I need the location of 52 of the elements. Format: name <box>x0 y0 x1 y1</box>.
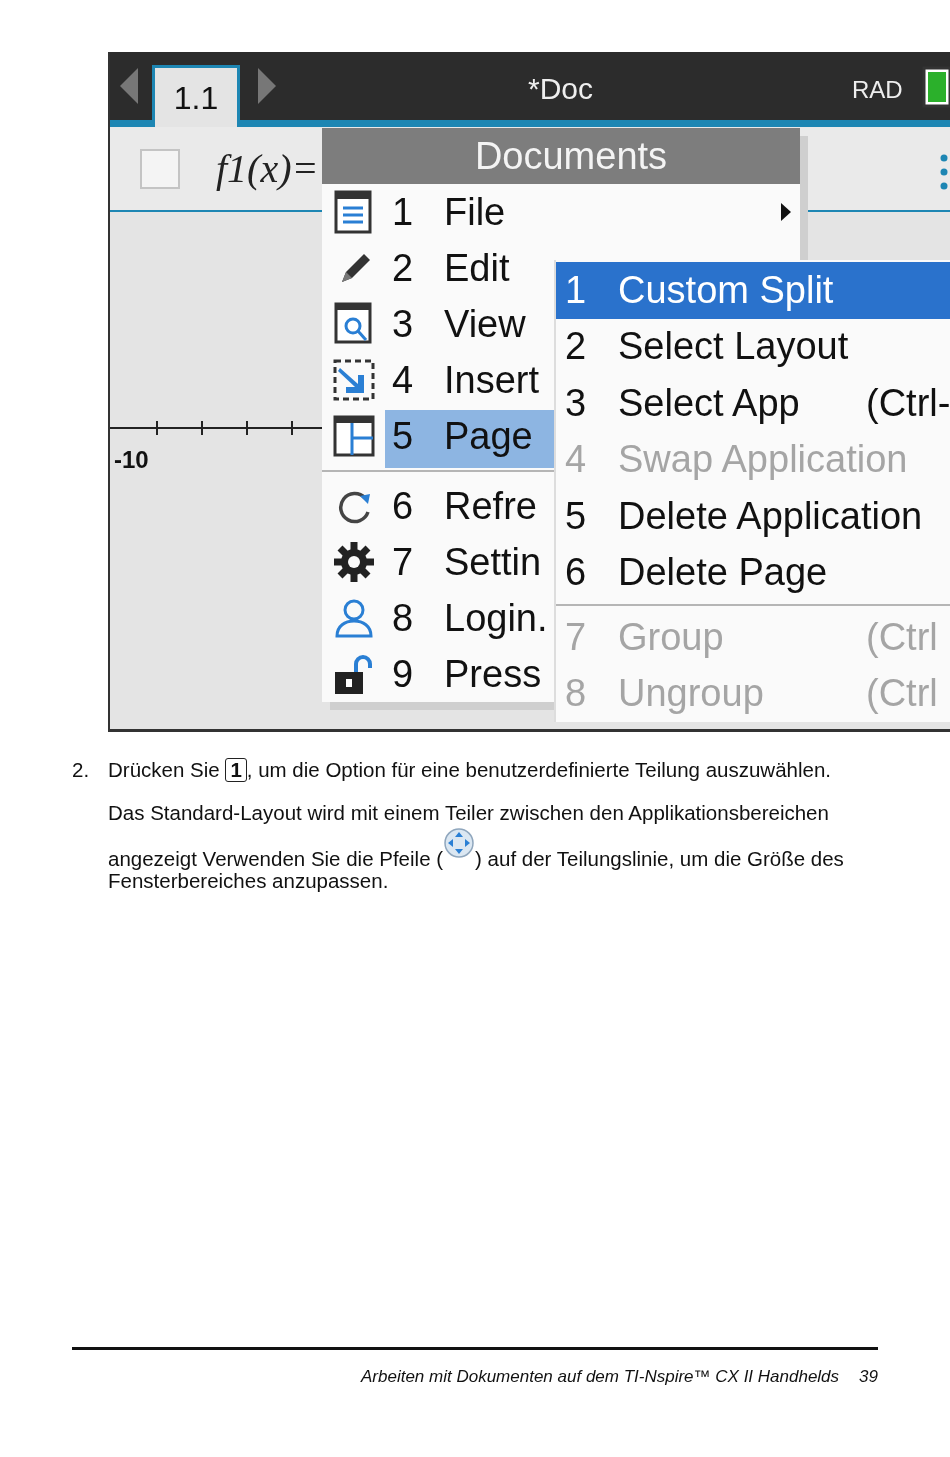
item-label: Edit <box>444 245 510 291</box>
item-number: 6 <box>565 550 588 596</box>
item-label: View <box>444 301 526 347</box>
item-label: Settin <box>444 539 542 585</box>
step-number: 2. <box>72 758 91 783</box>
angle-mode: RAD <box>852 75 903 105</box>
instruction-text: Drücken Sie <box>108 758 220 781</box>
item-label: Login. <box>444 595 548 641</box>
item-label: Insert <box>444 357 540 403</box>
note-text: ) auf der Teilungslinie, um die Größe des <box>475 846 844 872</box>
item-label: Refre <box>444 483 537 529</box>
item-number: 2 <box>392 245 415 291</box>
function-label: f1(x)= <box>216 144 319 193</box>
item-label: Custom Split <box>618 267 834 313</box>
item-label: Select Layout <box>618 324 849 370</box>
item-label: Delete Page <box>618 550 828 596</box>
note-text: Das Standard-Layout wird mit einem Teiler zwischen den Applikationsbereichen <box>108 800 830 826</box>
shortcut-label: (Ctrl- <box>866 380 950 426</box>
item-number: 4 <box>392 357 415 403</box>
note-text: angezeigt Verwenden Sie die Pfeile ( <box>108 846 444 872</box>
item-number: 6 <box>392 483 415 529</box>
note-text: Fensterbereiches anzupassen. <box>108 871 390 892</box>
document-title: *Doc <box>528 71 594 107</box>
item-number: 8 <box>392 595 415 641</box>
item-label: Group <box>618 614 724 660</box>
item-number: 2 <box>565 324 588 370</box>
shortcut-label: (Ctrl <box>866 671 938 717</box>
instruction-text: , um die Option für eine benutzerdefinierte Teilung auszuwählen. <box>246 758 832 781</box>
item-number: 7 <box>392 539 415 585</box>
item-number: 3 <box>565 380 588 426</box>
axis-label: -10 <box>114 445 149 475</box>
page-number: 39 <box>859 1366 878 1388</box>
footer-title: Arbeiten mit Dokumenten auf dem TI-Nspire™ CX II Handhelds <box>361 1366 840 1388</box>
item-number: 9 <box>392 651 415 697</box>
item-number: 7 <box>565 614 588 660</box>
key-label: 1 <box>225 758 247 782</box>
item-number: 5 <box>392 413 415 459</box>
item-label: Ungroup <box>618 671 764 717</box>
item-number: 1 <box>565 267 588 313</box>
item-label: Delete Application <box>618 493 923 539</box>
shortcut-label: (Ctrl <box>866 614 938 660</box>
item-label: Press <box>444 651 542 697</box>
item-label: File <box>444 189 506 235</box>
item-number: 5 <box>565 493 588 539</box>
item-number: 3 <box>392 301 415 347</box>
item-label: Swap Application <box>618 437 908 483</box>
item-number: 8 <box>565 671 588 717</box>
item-label: Select App <box>618 380 800 426</box>
menu-title: Documents <box>322 128 800 184</box>
item-number: 4 <box>565 437 588 483</box>
item-number: 1 <box>392 189 415 235</box>
item-label: Page <box>444 413 533 459</box>
